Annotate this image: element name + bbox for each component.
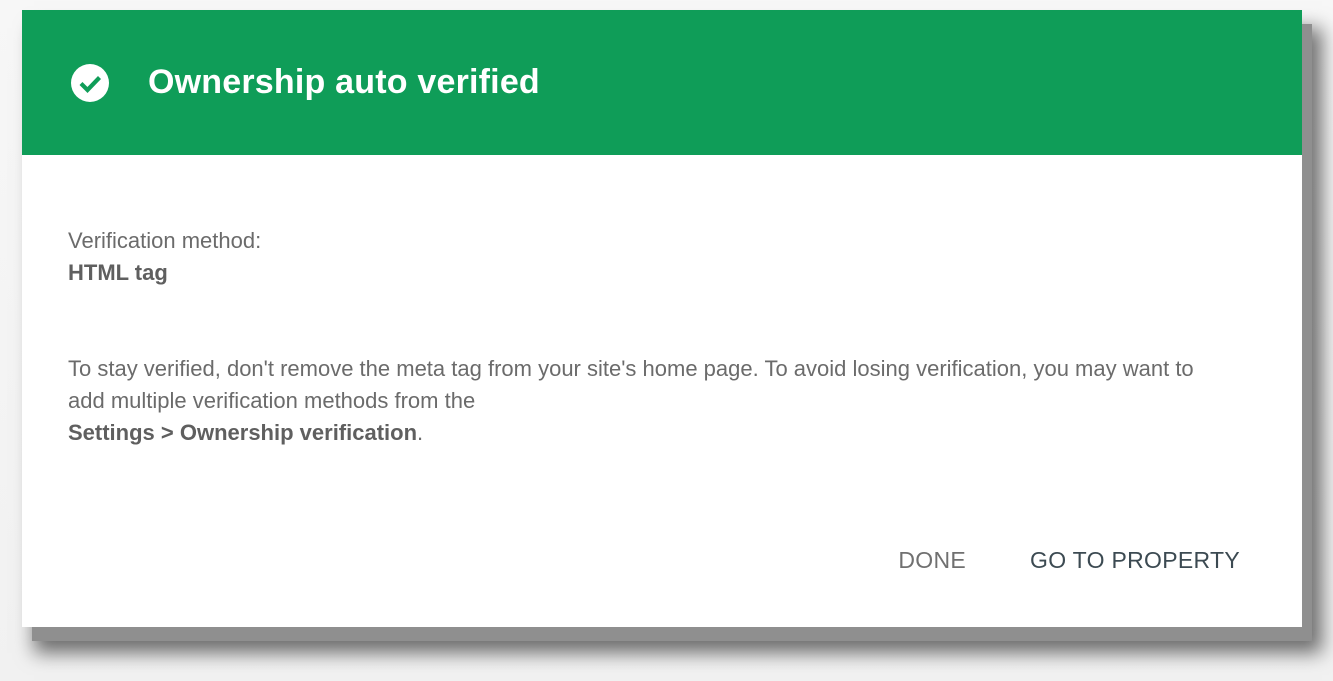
verification-note: To stay verified, don't remove the meta … [68, 353, 1208, 449]
dialog-body: Verification method: HTML tag To stay ve… [22, 155, 1302, 449]
check-circle-icon [70, 63, 110, 103]
settings-path: Settings > Ownership verification [68, 420, 418, 445]
note-end: . [417, 420, 424, 445]
verification-method-value: HTML tag [68, 260, 168, 285]
dialog-title: Ownership auto verified [148, 63, 540, 101]
go-to-property-button[interactable]: GO TO PROPERTY [1026, 541, 1244, 580]
done-button[interactable]: DONE [894, 541, 970, 580]
verification-method-label: Verification method: [68, 228, 262, 253]
note-text: To stay verified, don't remove the meta … [68, 356, 1194, 413]
dialog-header: Ownership auto verified [22, 10, 1302, 155]
backdrop: Ownership auto verified Verification met… [0, 0, 1333, 681]
dialog-actions: DONE GO TO PROPERTY [894, 541, 1244, 580]
verification-dialog: Ownership auto verified Verification met… [22, 10, 1302, 627]
